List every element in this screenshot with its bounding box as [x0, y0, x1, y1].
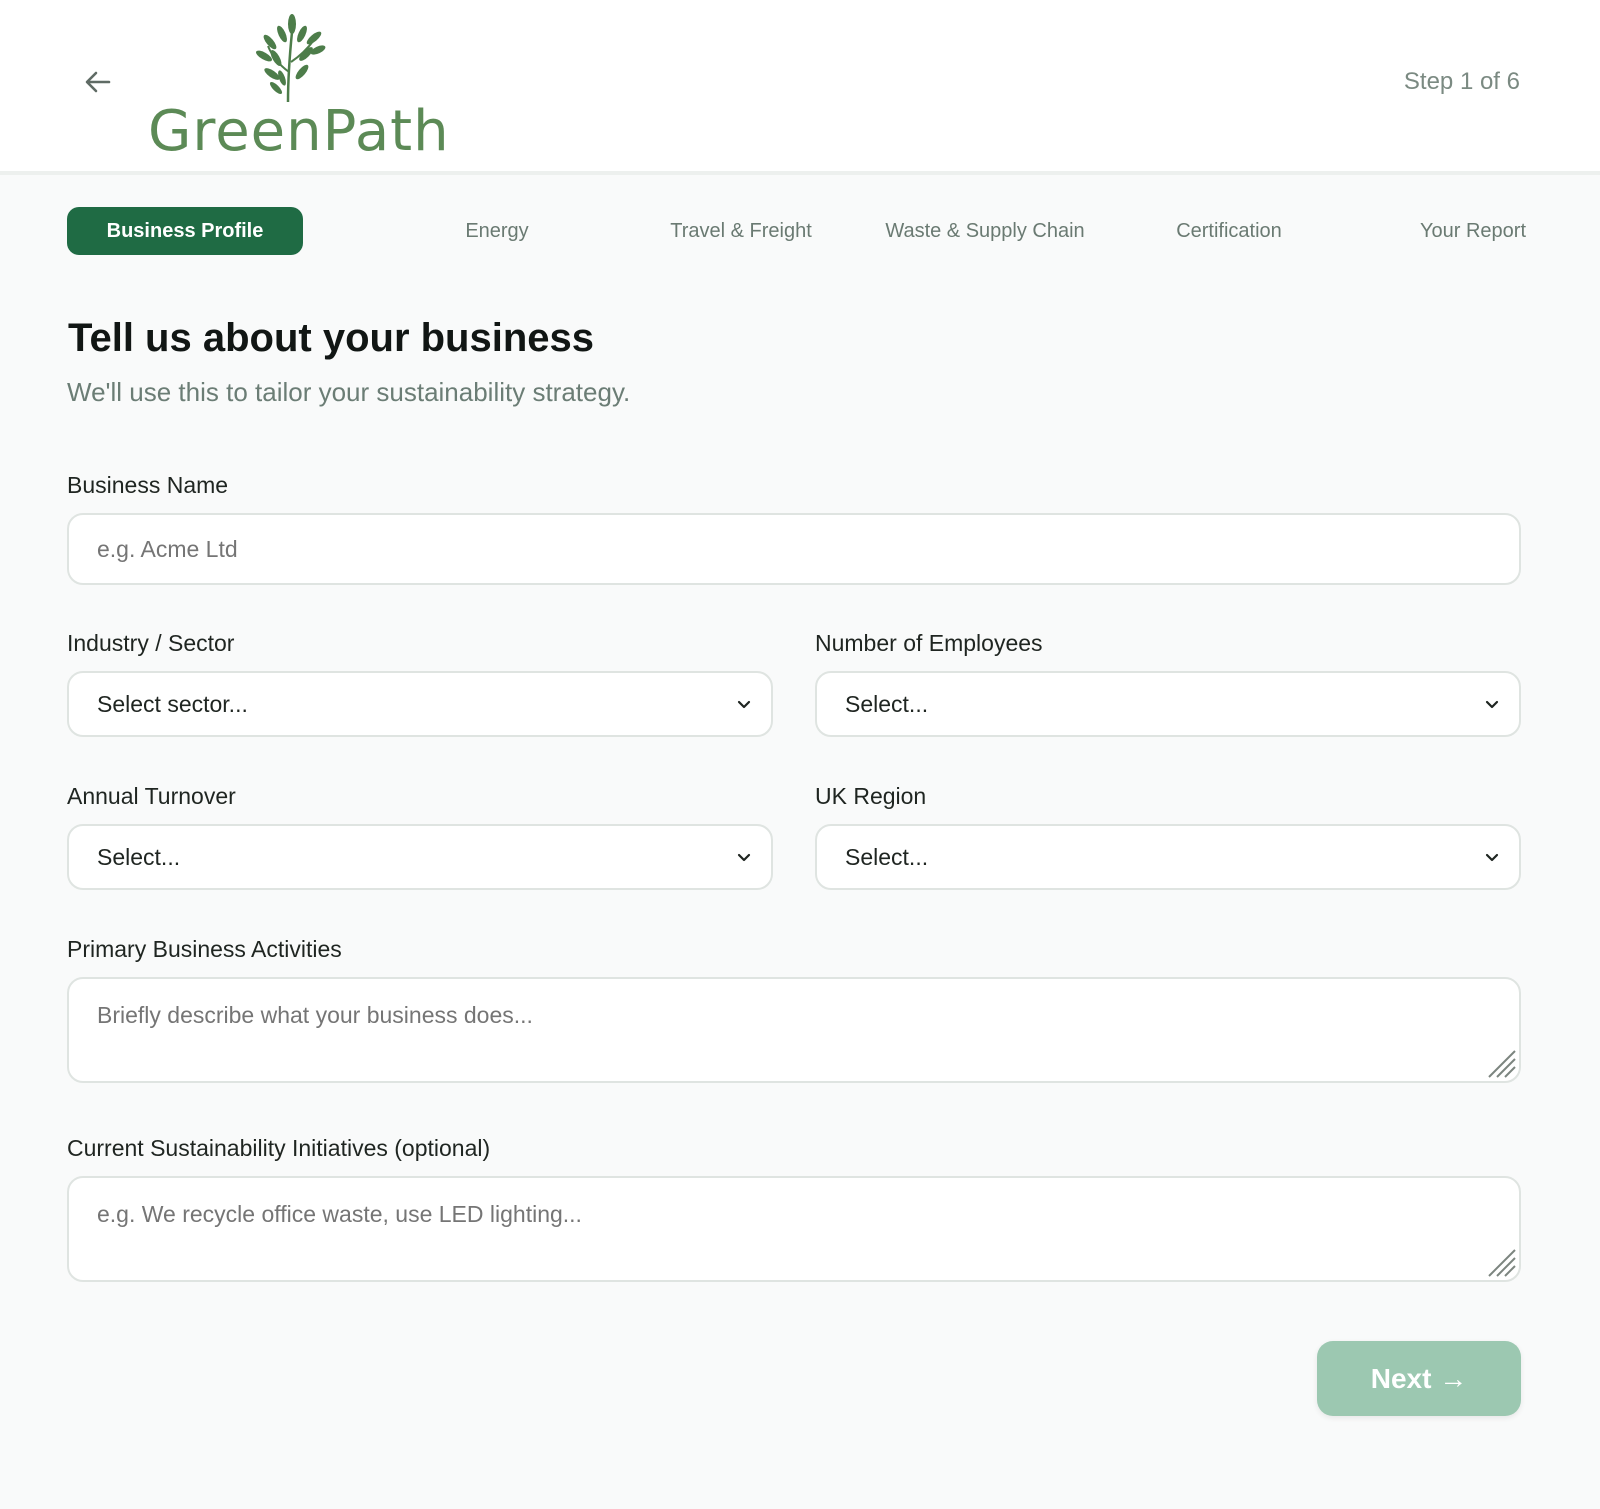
tab-business-profile[interactable]: Business Profile	[67, 207, 303, 255]
greenpath-logo: GreenPath	[148, 12, 449, 162]
initiatives-label: Current Sustainability Initiatives (opti…	[67, 1135, 491, 1161]
turnover-select[interactable]: Select...	[67, 824, 773, 890]
business-name-input[interactable]	[67, 513, 1521, 585]
tab-certification[interactable]: Certification	[1111, 207, 1347, 255]
step-indicator: Step 1 of 6	[1403, 68, 1520, 95]
resize-handle-icon[interactable]	[1485, 1246, 1517, 1278]
turnover-select-value: Select...	[97, 843, 181, 870]
employees-label: Number of Employees	[815, 630, 1043, 656]
activities-textarea[interactable]	[67, 977, 1521, 1083]
app-header: GreenPath Step 1 of 6	[0, 0, 1600, 175]
chevron-down-icon	[737, 853, 751, 862]
region-label: UK Region	[815, 783, 927, 809]
industry-label: Industry / Sector	[67, 630, 235, 656]
arrow-left-icon	[85, 71, 111, 93]
employees-select[interactable]: Select...	[815, 671, 1521, 737]
back-button[interactable]	[80, 64, 116, 100]
activities-label: Primary Business Activities	[67, 936, 342, 962]
employees-select-value: Select...	[845, 690, 929, 717]
next-button[interactable]: Next →	[1317, 1341, 1521, 1416]
tab-your-report[interactable]: Your Report	[1355, 207, 1591, 255]
tab-waste-supply-chain[interactable]: Waste & Supply Chain	[867, 207, 1103, 255]
progress-tabs: Business Profile Energy Travel & Freight…	[67, 207, 1535, 255]
industry-select[interactable]: Select sector...	[67, 671, 773, 737]
business-name-label: Business Name	[67, 472, 229, 498]
resize-handle-icon[interactable]	[1485, 1047, 1517, 1079]
chevron-down-icon	[737, 700, 751, 709]
page-title: Tell us about your business	[68, 316, 595, 360]
tab-travel-freight[interactable]: Travel & Freight	[623, 207, 859, 255]
turnover-label: Annual Turnover	[67, 783, 236, 809]
initiatives-textarea[interactable]	[67, 1176, 1521, 1282]
tab-energy[interactable]: Energy	[379, 207, 615, 255]
page-subtitle: We'll use this to tailor your sustainabi…	[67, 377, 631, 407]
chevron-down-icon	[1485, 700, 1499, 709]
region-select-value: Select...	[845, 843, 929, 870]
brand-name: GreenPath	[148, 99, 450, 164]
region-select[interactable]: Select...	[815, 824, 1521, 890]
industry-select-value: Select sector...	[97, 690, 248, 717]
leaf-sprig-icon	[256, 14, 326, 103]
chevron-down-icon	[1485, 853, 1499, 862]
